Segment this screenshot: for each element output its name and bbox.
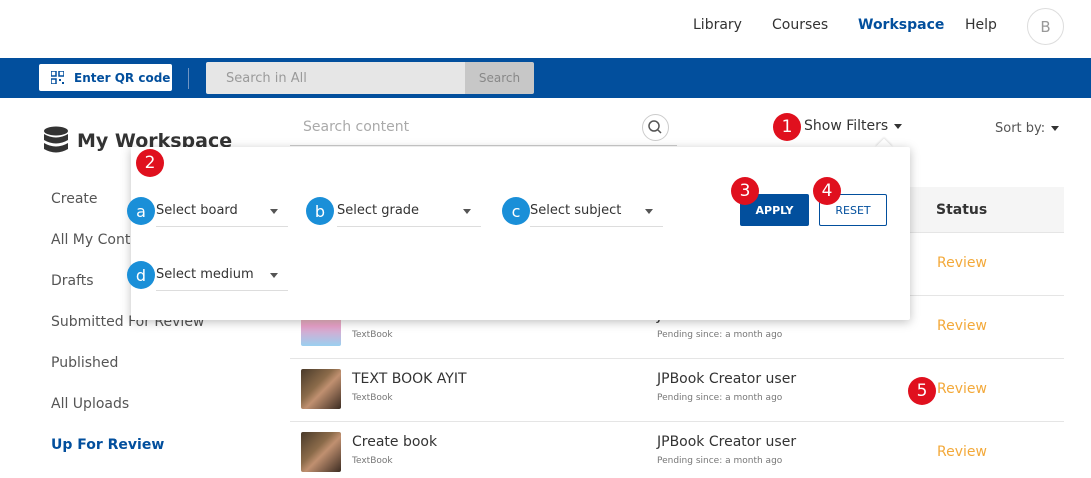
pending-since: Pending since: a month ago	[657, 456, 783, 466]
annotation-badge-a: a	[127, 197, 155, 225]
content-type: TextBook	[352, 393, 393, 403]
show-filters-toggle[interactable]: Show Filters	[804, 118, 903, 134]
review-link[interactable]: Review	[937, 381, 987, 397]
database-icon	[44, 126, 68, 153]
chevron-down-icon	[270, 209, 278, 214]
global-search-input[interactable]: Search in All	[206, 62, 465, 94]
content-title[interactable]: TEXT BOOK AYIT	[352, 371, 467, 387]
global-search-button[interactable]: Search	[465, 62, 534, 94]
sidebar-item-create[interactable]: Create	[51, 191, 98, 207]
grade-select[interactable]: Select grade	[337, 197, 481, 227]
filter-panel	[131, 147, 910, 320]
pending-since: Pending since: a month ago	[657, 393, 783, 403]
qr-button-label: Enter QR code	[74, 70, 171, 85]
chevron-down-icon	[645, 209, 653, 214]
review-link[interactable]: Review	[937, 255, 987, 271]
medium-select-label: Select medium	[156, 267, 254, 282]
annotation-badge-4: 4	[813, 177, 841, 205]
chevron-down-icon	[463, 209, 471, 214]
nav-workspace[interactable]: Workspace	[858, 17, 944, 33]
grade-select-label: Select grade	[337, 203, 420, 218]
review-link[interactable]: Review	[937, 318, 987, 334]
board-select[interactable]: Select board	[156, 197, 288, 227]
content-search-placeholder: Search content	[303, 119, 410, 135]
sidebar-item-up-for-review[interactable]: Up For Review	[51, 437, 164, 453]
nav-library[interactable]: Library	[693, 17, 742, 33]
user-avatar[interactable]: B	[1027, 8, 1064, 45]
status-column-header: Status	[936, 202, 988, 218]
annotation-badge-c: c	[502, 197, 530, 225]
pending-since: Pending since: a month ago	[657, 330, 783, 340]
medium-select[interactable]: Select medium	[156, 261, 288, 291]
content-type: TextBook	[352, 330, 393, 340]
annotation-badge-b: b	[306, 197, 334, 225]
content-thumbnail	[301, 432, 341, 472]
search-icon	[648, 120, 662, 134]
review-link[interactable]: Review	[937, 444, 987, 460]
subject-select-label: Select subject	[530, 203, 622, 218]
content-creator: JPBook Creator user	[657, 434, 797, 450]
content-type: TextBook	[352, 456, 393, 466]
content-title[interactable]: Create book	[352, 434, 437, 450]
nav-courses[interactable]: Courses	[772, 17, 828, 33]
sidebar-item-all-uploads[interactable]: All Uploads	[51, 396, 129, 412]
search-bar: Enter QR code Search in All Search	[0, 58, 1091, 98]
table-row[interactable]: TEXT BOOK AYIT TextBook JPBook Creator u…	[290, 358, 1064, 421]
bar-divider	[188, 68, 189, 89]
content-search-button[interactable]	[642, 114, 669, 141]
sort-by-dropdown[interactable]: Sort by:	[995, 121, 1060, 136]
board-select-label: Select board	[156, 203, 238, 218]
annotation-badge-d: d	[127, 261, 155, 289]
qr-code-icon	[51, 71, 64, 84]
sort-by-label: Sort by:	[995, 121, 1046, 136]
nav-help[interactable]: Help	[965, 17, 997, 33]
chevron-down-icon	[1051, 126, 1060, 131]
annotation-badge-1: 1	[773, 113, 801, 141]
annotation-badge-3: 3	[731, 177, 759, 205]
top-navigation: Library Courses Workspace Help B	[0, 0, 1091, 58]
content-creator: JPBook Creator user	[657, 371, 797, 387]
annotation-badge-2: 2	[136, 149, 164, 177]
sidebar-item-drafts[interactable]: Drafts	[51, 273, 94, 289]
chevron-down-icon	[894, 123, 903, 129]
chevron-down-icon	[270, 273, 278, 278]
sidebar-item-published[interactable]: Published	[51, 355, 118, 371]
content-search-input[interactable]: Search content	[290, 110, 677, 146]
annotation-badge-5: 5	[908, 377, 936, 405]
subject-select[interactable]: Select subject	[530, 197, 663, 227]
show-filters-label: Show Filters	[804, 118, 889, 134]
table-row[interactable]: Create book TextBook JPBook Creator user…	[290, 421, 1064, 478]
content-thumbnail	[301, 369, 341, 409]
enter-qr-code-button[interactable]: Enter QR code	[39, 64, 172, 91]
